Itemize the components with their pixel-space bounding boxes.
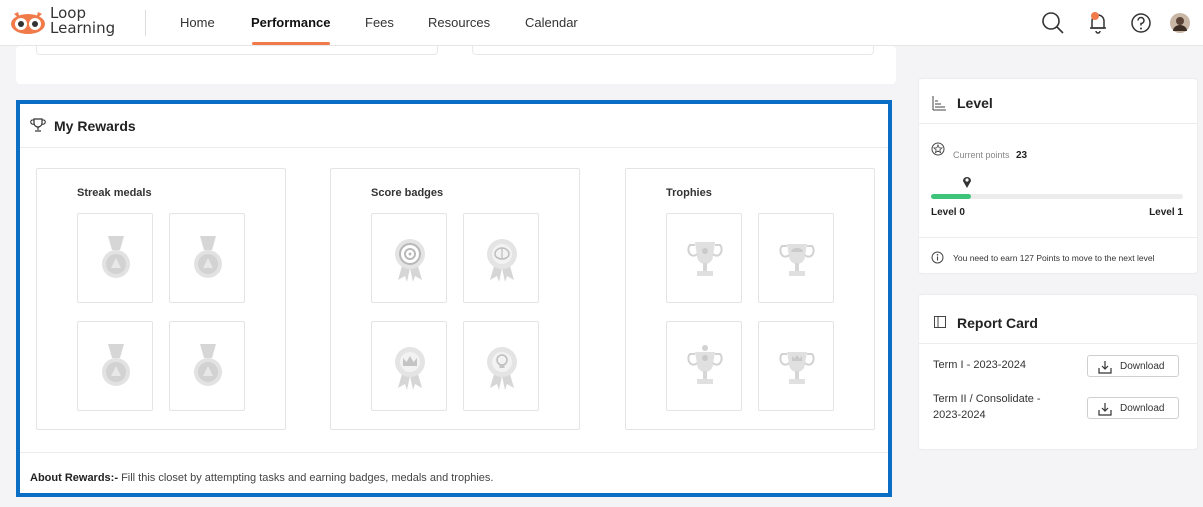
score-badge[interactable] (463, 213, 539, 303)
score-badge[interactable] (463, 321, 539, 411)
divider (919, 123, 1197, 124)
divider (919, 237, 1197, 238)
top-nav-bar: Loop Learning Home Performance Fees Reso… (0, 0, 1203, 46)
current-points-label: Current points (953, 150, 1010, 160)
level-info-text: You need to earn 127 Points to move to t… (953, 253, 1155, 263)
group-title: Streak medals (77, 187, 152, 199)
term-2-line-2: 2023-2024 (933, 409, 986, 421)
score-badge[interactable] (371, 321, 447, 411)
brain-rosette-icon (487, 239, 517, 282)
location-pin-icon (963, 177, 971, 188)
trophy-badge[interactable] (758, 321, 834, 411)
level-end-label: Level 1 (1149, 207, 1183, 218)
report-card-title: Report Card (957, 315, 1038, 331)
level-chart-icon (932, 96, 946, 111)
rewards-header: My Rewards (20, 104, 888, 148)
crown-rosette-icon (395, 347, 425, 390)
trophy-badge[interactable] (666, 321, 742, 411)
app-logo[interactable]: Loop Learning (10, 4, 140, 40)
trophy-badge[interactable] (666, 213, 742, 303)
trophy-cup-icon (779, 244, 815, 276)
download-icon (1098, 403, 1112, 416)
trophy-icon (30, 118, 46, 132)
star-circle-icon (931, 142, 945, 156)
rewards-footer-divider (20, 452, 888, 453)
trophy-cup-icon (687, 345, 723, 384)
help-icon[interactable] (1128, 10, 1154, 36)
medal-badge[interactable] (169, 213, 245, 303)
report-card-card: Report Card Term I - 2023-2024 Download … (918, 294, 1198, 450)
upper-inner-panel-left (36, 46, 438, 55)
term-2-line-1: Term II / Consolidate - (933, 393, 1041, 405)
level-start-label: Level 0 (931, 207, 965, 218)
download-term-2-button[interactable]: Download (1087, 397, 1179, 419)
medal-badge[interactable] (77, 213, 153, 303)
trophies-group: Trophies (625, 168, 875, 430)
medal-badge[interactable] (77, 321, 153, 411)
current-points-value: 23 (1015, 150, 1028, 161)
avatar[interactable] (1167, 10, 1193, 36)
search-icon[interactable] (1040, 10, 1066, 36)
nav-divider (145, 10, 146, 36)
download-term-1-button[interactable]: Download (1087, 355, 1179, 377)
level-progress-fill (931, 194, 972, 199)
notification-bell-icon[interactable] (1085, 10, 1111, 36)
nav-resources[interactable]: Resources (428, 15, 490, 30)
trophy-cup-icon (687, 242, 723, 276)
streak-medals-group: Streak medals (36, 168, 286, 430)
term-2-label: Term II / Consolidate - 2023-2024 (933, 391, 1041, 423)
report-document-icon (934, 316, 946, 328)
medal-icon (102, 236, 130, 278)
trophy-cup-icon (779, 352, 815, 384)
my-rewards-panel: My Rewards Streak medals Score badges Tr… (16, 100, 892, 497)
score-badges-group: Score badges (330, 168, 580, 430)
info-icon (931, 251, 944, 264)
target-rosette-icon (395, 239, 425, 282)
medal-badge[interactable] (169, 321, 245, 411)
nav-calendar[interactable]: Calendar (525, 15, 578, 30)
rewards-title: My Rewards (54, 118, 136, 134)
level-progress-track (931, 194, 1183, 199)
medal-icon (194, 236, 222, 278)
download-label: Download (1120, 403, 1165, 414)
about-rewards-label: About Rewards:- (30, 472, 118, 484)
level-title: Level (957, 95, 993, 111)
nav-performance[interactable]: Performance (251, 15, 330, 30)
owl-logo-icon (11, 12, 45, 34)
level-card: Level Current points 23 Level 0 Level 1 … (918, 78, 1198, 274)
medal-icon (102, 344, 130, 386)
download-label: Download (1120, 361, 1165, 372)
divider (919, 343, 1197, 344)
group-title: Score badges (371, 187, 444, 199)
logo-text: Loop Learning (50, 6, 115, 36)
logo-line-2: Learning (50, 19, 116, 37)
nav-home[interactable]: Home (180, 15, 215, 30)
lightbulb-rosette-icon (487, 347, 517, 390)
about-rewards: About Rewards:- Fill this closet by atte… (30, 472, 493, 484)
nav-fees[interactable]: Fees (365, 15, 394, 30)
about-rewards-text: Fill this closet by attempting tasks and… (121, 472, 494, 484)
active-tab-underline (252, 42, 330, 45)
current-points: Current points 23 (953, 145, 1027, 163)
medal-icon (194, 344, 222, 386)
term-1-label: Term I - 2023-2024 (933, 359, 1026, 371)
upper-inner-panel-right (472, 46, 874, 55)
trophy-badge[interactable] (758, 213, 834, 303)
score-badge[interactable] (371, 213, 447, 303)
group-title: Trophies (666, 187, 712, 199)
download-icon (1098, 361, 1112, 374)
